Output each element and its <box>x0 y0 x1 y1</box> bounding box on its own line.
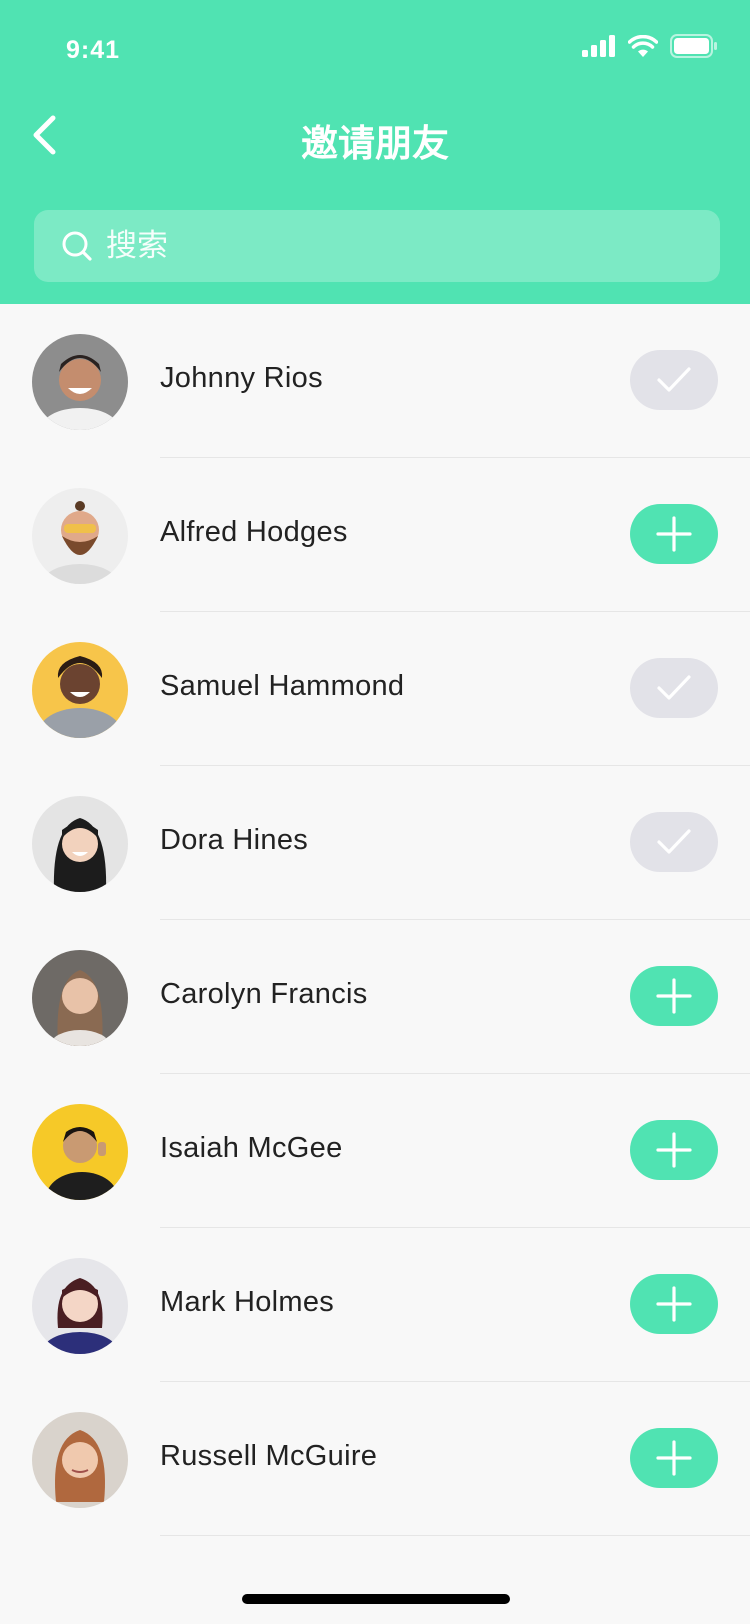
contact-row: Dora Hines <box>0 766 750 920</box>
contact-name: Alfred Hodges <box>160 516 348 548</box>
page-title: 邀请朋友 <box>301 122 449 165</box>
contact-name: Isaiah McGee <box>160 1132 343 1164</box>
checkmark-icon <box>657 675 691 700</box>
avatar <box>32 1104 128 1200</box>
contact-row: Carolyn Francis <box>0 920 750 1074</box>
contact-name: Dora Hines <box>160 824 309 856</box>
header: 9:41 邀请朋友 <box>0 0 750 304</box>
avatar <box>32 488 128 584</box>
contact-list: Johnny Rios Alfred Hodges Samuel Hammond… <box>0 304 750 1536</box>
checkmark-icon <box>657 829 691 854</box>
avatar <box>32 950 128 1046</box>
avatar <box>32 334 128 430</box>
cellular-signal-icon <box>582 35 615 57</box>
add-friend-button[interactable] <box>630 1428 718 1488</box>
wifi-icon <box>628 35 658 57</box>
contact-row: Russell McGuire <box>0 1382 750 1536</box>
plus-icon <box>656 1132 692 1168</box>
contact-name: Carolyn Francis <box>160 978 368 1010</box>
battery-icon <box>670 34 717 58</box>
avatar <box>32 1412 128 1508</box>
plus-icon <box>656 1440 692 1476</box>
contact-name: Russell McGuire <box>160 1440 378 1472</box>
contact-row: Johnny Rios <box>0 304 750 458</box>
avatar <box>32 1258 128 1354</box>
contact-row: Alfred Hodges <box>0 458 750 612</box>
contact-row: Mark Holmes <box>0 1228 750 1382</box>
invited-button[interactable] <box>630 812 718 872</box>
avatar <box>32 642 128 738</box>
plus-icon <box>656 516 692 552</box>
status-time: 9:41 <box>66 36 121 64</box>
contact-row: Samuel Hammond <box>0 612 750 766</box>
plus-icon <box>656 978 692 1014</box>
search-icon <box>62 231 92 261</box>
contact-name: Samuel Hammond <box>160 670 405 702</box>
checkmark-icon <box>657 367 691 392</box>
contact-name: Mark Holmes <box>160 1286 335 1318</box>
avatar <box>32 796 128 892</box>
add-friend-button[interactable] <box>630 966 718 1026</box>
add-friend-button[interactable] <box>630 504 718 564</box>
plus-icon <box>656 1286 692 1322</box>
search-bar <box>34 210 720 282</box>
invited-button[interactable] <box>630 658 718 718</box>
search-input[interactable] <box>104 215 668 277</box>
contact-name: Johnny Rios <box>160 362 323 394</box>
invited-button[interactable] <box>630 350 718 410</box>
status-icons <box>582 34 718 58</box>
add-friend-button[interactable] <box>630 1120 718 1180</box>
add-friend-button[interactable] <box>630 1274 718 1334</box>
home-indicator <box>242 1594 510 1604</box>
contact-row: Isaiah McGee <box>0 1074 750 1228</box>
